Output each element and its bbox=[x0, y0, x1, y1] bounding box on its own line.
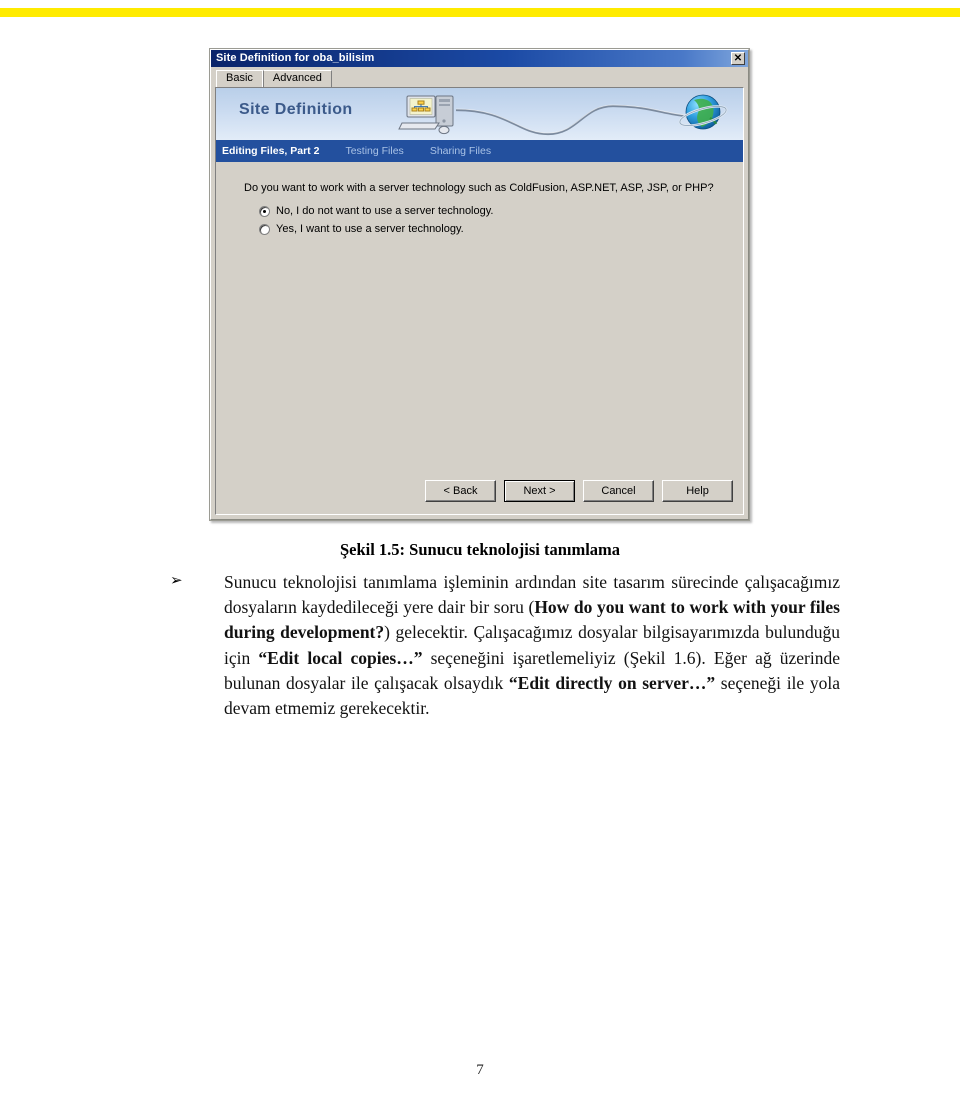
radio-unselected-icon[interactable] bbox=[259, 224, 270, 235]
radio-option-yes-label: Yes, I want to use a server technology. bbox=[276, 223, 464, 235]
computer-to-globe-icon bbox=[398, 94, 728, 136]
radio-option-no-label: No, I do not want to use a server techno… bbox=[276, 205, 494, 217]
wizard-page-body: Do you want to work with a server techno… bbox=[216, 162, 743, 514]
dialog-title: Site Definition for oba_bilisim bbox=[216, 52, 375, 64]
radio-option-no-server-technology[interactable]: No, I do not want to use a server techno… bbox=[259, 206, 493, 217]
banner-heading: Site Definition bbox=[239, 101, 353, 118]
wizard-banner: Site Definition bbox=[216, 88, 743, 140]
step-testing-files: Testing Files bbox=[345, 144, 404, 157]
paragraph-text: Sunucu teknolojisi tanımlama işleminin a… bbox=[224, 570, 840, 721]
step-sharing-files: Sharing Files bbox=[429, 144, 492, 157]
figure-caption: Şekil 1.5: Sunucu teknolojisi tanımlama bbox=[339, 540, 621, 559]
cancel-button[interactable]: Cancel bbox=[583, 480, 654, 502]
back-button[interactable]: < Back bbox=[425, 480, 496, 502]
tab-basic[interactable]: Basic bbox=[216, 70, 263, 88]
dialog-tabstrip: Basic Advanced bbox=[211, 67, 748, 88]
radio-selected-icon[interactable] bbox=[259, 206, 270, 217]
bulleted-paragraph: ➢ Sunucu teknolojisi tanımlama işleminin… bbox=[170, 570, 840, 721]
next-button[interactable]: Next > bbox=[504, 480, 575, 502]
radio-option-yes-server-technology[interactable]: Yes, I want to use a server technology. bbox=[259, 224, 464, 235]
close-icon[interactable]: ✕ bbox=[731, 52, 745, 65]
paragraph-segment-5: “Edit directly on server…” bbox=[508, 672, 716, 693]
server-technology-question: Do you want to work with a server techno… bbox=[244, 182, 714, 194]
figure-site-definition-screenshot: Site Definition for oba_bilisim ✕ Basic … bbox=[209, 48, 750, 521]
page-number: 7 bbox=[476, 1062, 484, 1078]
dialog-button-bar: < Back Next > Cancel Help bbox=[425, 480, 733, 502]
page-accent-rule bbox=[0, 8, 960, 17]
tab-advanced[interactable]: Advanced bbox=[262, 70, 332, 87]
paragraph-segment-3: “Edit local copies…” bbox=[258, 647, 423, 668]
dialog-client-panel: Site Definition Editing Files, Part 2 Te… bbox=[215, 87, 744, 515]
site-definition-dialog: Site Definition for oba_bilisim ✕ Basic … bbox=[210, 49, 749, 520]
bullet-arrow-icon: ➢ bbox=[170, 571, 183, 589]
help-button[interactable]: Help bbox=[662, 480, 733, 502]
step-editing-files-part-2: Editing Files, Part 2 bbox=[222, 144, 320, 157]
wizard-steps-bar: Editing Files, Part 2 Testing Files Shar… bbox=[216, 140, 743, 162]
dialog-titlebar: Site Definition for oba_bilisim ✕ bbox=[211, 50, 748, 67]
